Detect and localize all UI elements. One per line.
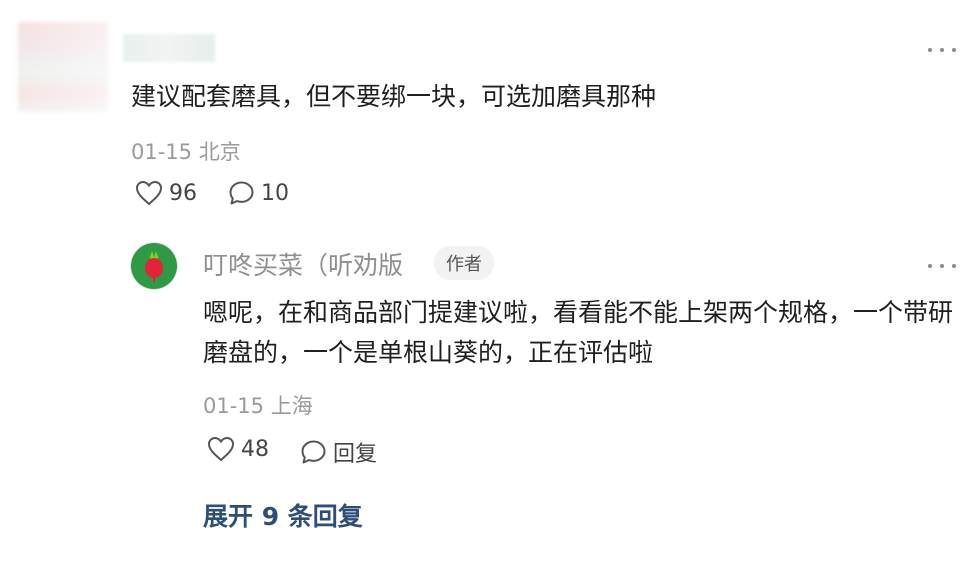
comment-icon: [229, 181, 254, 205]
reply-text: 嗯呢，在和商品部门提建议啦，看看能不能上架两个规格，一个带研磨盘的，一个是单根山…: [203, 298, 954, 367]
username-blurred[interactable]: [123, 34, 215, 62]
comment-meta: 01-15 北京: [131, 140, 241, 164]
heart-icon: [135, 180, 163, 206]
comment-icon: [301, 440, 326, 464]
comment-text: 建议配套磨具，但不要绑一块，可选加磨具那种: [131, 82, 657, 111]
reply-count-button[interactable]: 10: [228, 180, 289, 206]
reply-count: 10: [261, 180, 289, 206]
reply-like-count: 48: [241, 436, 269, 462]
radish-icon: [145, 251, 163, 282]
more-icon[interactable]: [928, 262, 956, 270]
author-badge: 作者: [434, 246, 494, 280]
reply-label: 回复: [333, 442, 378, 467]
heart-icon: [207, 436, 235, 462]
expand-replies-link[interactable]: 展开 9 条回复: [203, 497, 363, 533]
radish-logo[interactable]: [131, 243, 177, 289]
reply-author-name[interactable]: 叮咚买菜（听劝版: [203, 246, 403, 282]
like-count: 96: [169, 180, 197, 206]
avatar[interactable]: [18, 22, 108, 112]
reply-like-button[interactable]: 48: [207, 436, 269, 462]
more-icon[interactable]: [928, 46, 956, 54]
like-button[interactable]: 96: [135, 180, 197, 206]
reply-button[interactable]: 回复: [300, 436, 377, 468]
reply-meta: 01-15 上海: [203, 394, 313, 418]
